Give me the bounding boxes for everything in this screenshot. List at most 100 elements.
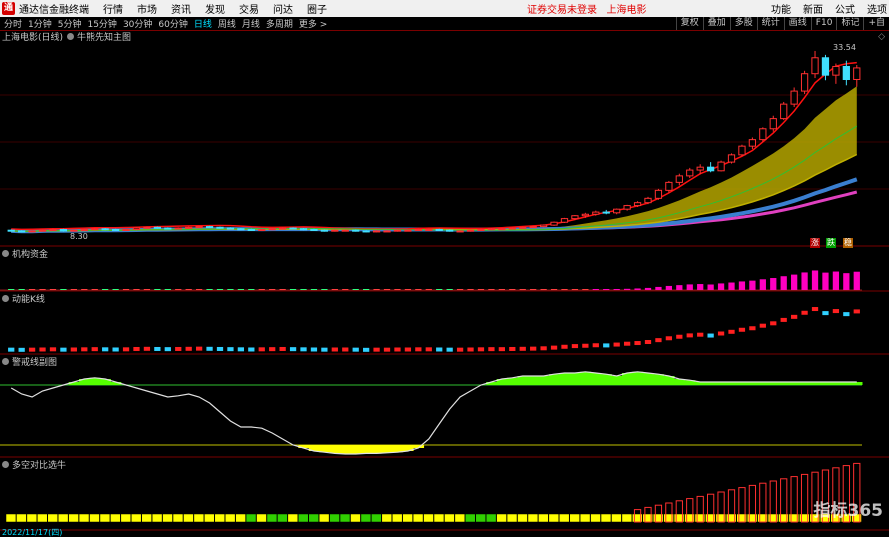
- fund-bar: [550, 289, 558, 290]
- candle-body: [404, 229, 412, 232]
- bull-bear-cell: [89, 513, 100, 523]
- fund-bar: [164, 289, 171, 290]
- momentum-bar: [112, 347, 119, 352]
- fund-bar: [770, 278, 777, 290]
- candle-body: [686, 169, 694, 177]
- fund-bar: [279, 289, 286, 290]
- bull-bear-cell: [548, 513, 560, 523]
- candle-body: [748, 139, 757, 147]
- candle-body: [446, 229, 454, 232]
- candle-body: [372, 230, 381, 233]
- momentum-bar: [258, 347, 265, 352]
- fund-bar: [822, 272, 829, 290]
- warning-fill: [381, 445, 393, 453]
- warning-fill: [319, 445, 331, 453]
- momentum-bar: [738, 327, 746, 332]
- momentum-bar: [801, 310, 808, 315]
- fund-bar: [227, 289, 234, 290]
- candle-body: [132, 227, 141, 230]
- momentum-bar: [28, 347, 36, 352]
- fund-bar: [644, 287, 652, 290]
- candle-body: [279, 227, 287, 230]
- momentum-bar: [122, 347, 130, 352]
- momentum-bar: [665, 336, 673, 341]
- safe-fill: [642, 373, 654, 385]
- candle-body: [28, 230, 36, 233]
- fund-bar: [18, 289, 25, 290]
- bull-bear-cell: [423, 513, 434, 523]
- momentum-bar: [133, 346, 140, 351]
- bull-bear-cell: [444, 513, 455, 523]
- candle-body: [164, 227, 172, 230]
- fund-bar: [143, 289, 151, 290]
- momentum-bar: [477, 347, 485, 352]
- chart-canvas[interactable]: 33.54 8.30 2022/11/17(四): [0, 0, 889, 537]
- fund-bar: [509, 289, 516, 290]
- fund-bar: [425, 289, 432, 290]
- candle-body: [696, 166, 704, 171]
- fund-bar: [519, 289, 526, 290]
- momentum-bar: [383, 347, 391, 352]
- bull-bear-cell: [485, 513, 497, 523]
- candle-body: [477, 228, 485, 231]
- momentum-bar: [269, 347, 276, 352]
- momentum-bar: [686, 333, 693, 338]
- bull-bear-cell: [99, 513, 111, 523]
- candle-body: [644, 197, 652, 204]
- fund-bar: [540, 289, 547, 290]
- momentum-bar: [728, 329, 735, 334]
- candle-body: [331, 229, 339, 232]
- bull-bear-cell: [496, 513, 507, 523]
- momentum-bar: [530, 346, 537, 351]
- warning-fill: [329, 445, 341, 454]
- bull-bear-cell: [475, 513, 486, 523]
- bull-bear-cell: [339, 513, 351, 523]
- candle-body: [320, 229, 329, 232]
- fund-bar: [206, 289, 213, 290]
- fund-bar: [185, 289, 192, 290]
- safe-fill: [601, 374, 612, 385]
- bull-bear-cell: [350, 513, 361, 523]
- momentum-kline-series: [8, 307, 860, 352]
- momentum-bar: [509, 346, 516, 351]
- candle-body: [7, 229, 15, 232]
- candle-body: [602, 211, 610, 214]
- low-price-label: 8.30: [70, 232, 88, 241]
- fund-bar: [676, 285, 683, 290]
- fund-bar: [352, 289, 359, 290]
- bull-bear-cell: [433, 513, 445, 523]
- momentum-bar: [488, 347, 495, 352]
- momentum-bar: [843, 312, 850, 317]
- candle-body: [414, 228, 422, 231]
- momentum-bar: [540, 346, 547, 351]
- fund-bar: [70, 289, 77, 290]
- momentum-bar: [18, 347, 25, 352]
- momentum-bar: [363, 347, 370, 352]
- momentum-bar: [770, 321, 777, 326]
- momentum-bar: [289, 347, 297, 352]
- momentum-bar: [342, 347, 349, 352]
- candle-body: [790, 90, 798, 105]
- momentum-bar: [561, 344, 568, 349]
- fund-bar: [195, 289, 203, 290]
- momentum-bar: [832, 309, 840, 314]
- bull-bear-cell: [391, 513, 403, 523]
- candle-body: [717, 161, 725, 172]
- warning-fill: [392, 445, 404, 453]
- bull-bear-cell: [256, 513, 267, 523]
- fund-bar: [623, 288, 631, 290]
- momentum-bar: [60, 347, 67, 352]
- institutional-funds-series: [0, 270, 862, 291]
- fund-bar: [39, 289, 46, 290]
- warning-line-series: [0, 371, 863, 455]
- fund-bar: [530, 289, 537, 290]
- momentum-bar: [206, 346, 213, 351]
- candle-body: [581, 213, 589, 217]
- candle-body: [592, 211, 600, 215]
- safe-fill: [559, 373, 571, 385]
- fund-bar: [791, 274, 798, 290]
- candle-body: [18, 230, 26, 233]
- bull-bear-cell: [26, 513, 38, 523]
- candle-body: [59, 228, 68, 232]
- tag-up: 涨: [810, 238, 820, 248]
